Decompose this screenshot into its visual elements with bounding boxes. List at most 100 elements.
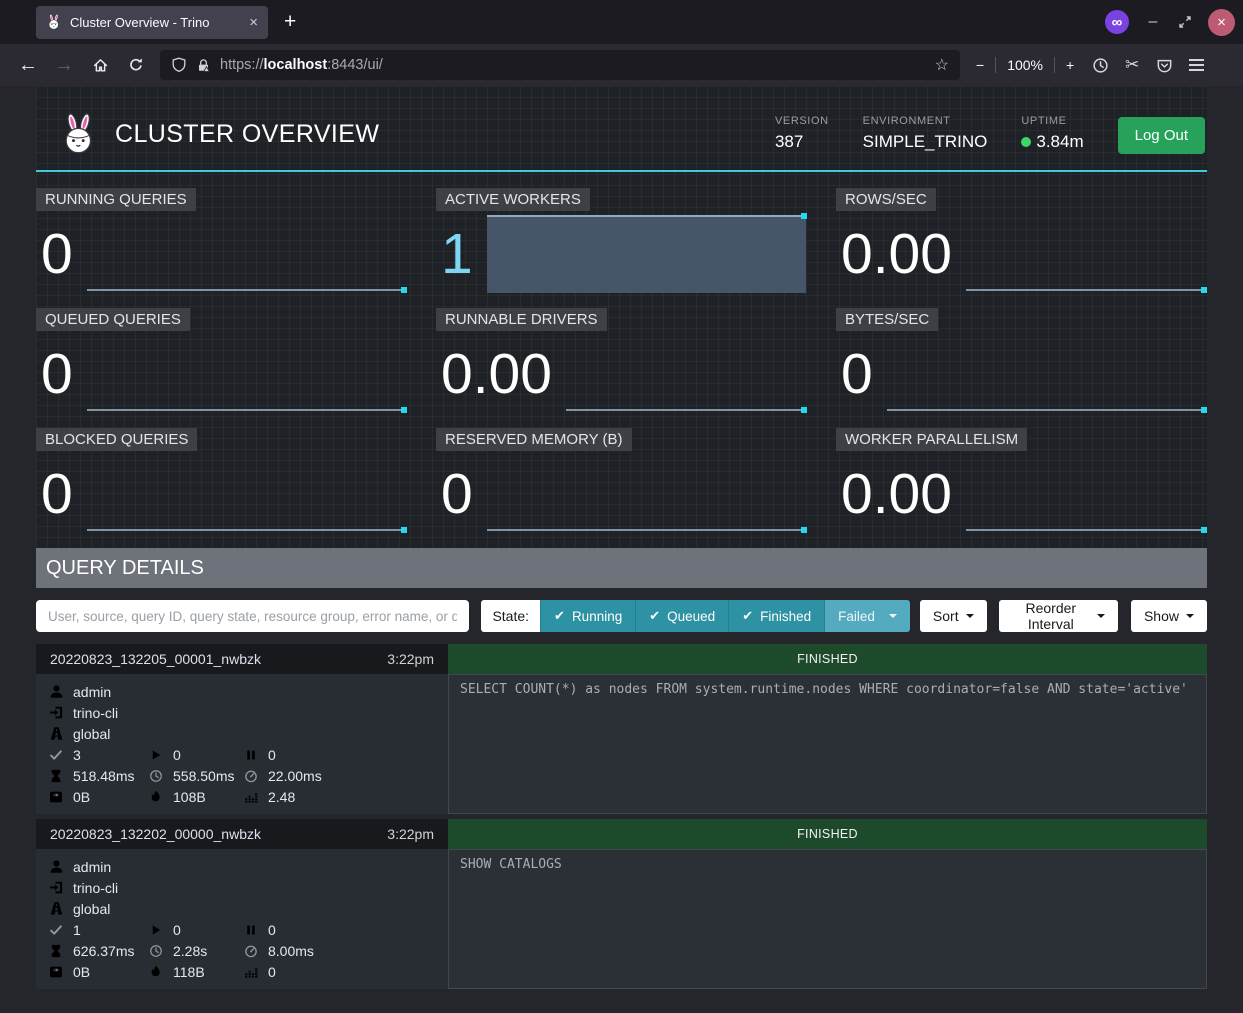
bookmark-star-icon[interactable]: ☆ bbox=[935, 55, 949, 75]
state-filter-finished[interactable]: ✔Finished bbox=[728, 600, 824, 632]
wall-time-hourglass-icon bbox=[48, 769, 64, 783]
sparkline bbox=[966, 455, 1206, 533]
state-filter-group: State: ✔Running ✔Queued ✔Finished Failed bbox=[481, 600, 909, 632]
url-text: https://localhost:8443/ui/ bbox=[220, 57, 926, 73]
tile-value: 0 bbox=[441, 455, 473, 533]
parallelism-chart-icon bbox=[243, 790, 259, 804]
query-id-row: 20220823_132205_00001_nwbzk 3:22pm bbox=[36, 644, 448, 674]
completed-splits-check-icon bbox=[48, 923, 64, 937]
show-dropdown[interactable]: Show bbox=[1131, 600, 1207, 632]
user-icon bbox=[48, 859, 64, 874]
window-close-button[interactable]: × bbox=[1208, 9, 1235, 36]
sparkline bbox=[566, 335, 806, 413]
cpu-time-clock-icon bbox=[148, 769, 164, 783]
tile-queued-queries: QUEUED QUERIES 0 bbox=[36, 308, 407, 418]
stat-tiles: RUNNING QUERIES 0 ACTIVE WORKERS 1 ROWS/… bbox=[36, 188, 1207, 538]
query-time: 3:22pm bbox=[387, 651, 434, 667]
tile-runnable-drivers: RUNNABLE DRIVERS 0.00 bbox=[436, 308, 807, 418]
back-button[interactable]: ← bbox=[12, 49, 44, 81]
state-filter-label: State: bbox=[481, 600, 540, 632]
tile-value: 0.00 bbox=[441, 335, 552, 413]
logout-button[interactable]: Log Out bbox=[1118, 117, 1205, 154]
version-value: 387 bbox=[775, 132, 829, 152]
forward-button[interactable]: → bbox=[48, 49, 80, 81]
home-button[interactable] bbox=[84, 49, 116, 81]
tab-title: Cluster Overview - Trino bbox=[70, 15, 241, 30]
browser-toolbar: ← → https://localhost:8443/ui/ ☆ − 100% … bbox=[0, 44, 1243, 86]
resource-group-road-icon bbox=[48, 901, 64, 916]
container-badge-icon[interactable]: ∞ bbox=[1105, 10, 1129, 34]
queued-splits: 0 bbox=[268, 922, 276, 938]
cpu-time-clock-icon bbox=[148, 944, 164, 958]
query-user: admin bbox=[73, 684, 111, 700]
check-icon: ✔ bbox=[742, 608, 753, 624]
tracking-protection-shield-icon[interactable] bbox=[171, 57, 187, 73]
tile-blocked-queries: BLOCKED QUERIES 0 bbox=[36, 428, 407, 538]
tile-value: 0 bbox=[41, 215, 73, 293]
state-filter-failed-dropdown[interactable]: Failed bbox=[824, 600, 910, 632]
execution-time-gauge-icon bbox=[243, 769, 259, 783]
running-splits: 0 bbox=[173, 922, 181, 938]
tile-value: 0 bbox=[41, 335, 73, 413]
source-login-icon bbox=[48, 705, 64, 720]
sort-dropdown[interactable]: Sort bbox=[920, 600, 987, 632]
query-search-input[interactable] bbox=[36, 600, 469, 632]
screenshot-scissors-icon[interactable]: ✂ bbox=[1116, 49, 1148, 81]
environment-block: ENVIRONMENT SIMPLE_TRINO bbox=[863, 115, 988, 152]
resource-group-road-icon bbox=[48, 726, 64, 741]
window-minimize-button[interactable]: – bbox=[1144, 13, 1162, 31]
menu-hamburger-icon[interactable] bbox=[1180, 49, 1212, 81]
reload-button[interactable] bbox=[120, 49, 152, 81]
window-controls: ∞ – × bbox=[1105, 0, 1235, 44]
sparkline bbox=[966, 215, 1206, 293]
tile-rows-sec: ROWS/SEC 0.00 bbox=[836, 188, 1207, 298]
query-sql-text: SELECT COUNT(*) as nodes FROM system.run… bbox=[448, 674, 1207, 814]
execution-time: 8.00ms bbox=[268, 943, 314, 959]
query-status-badge: FINISHED bbox=[448, 644, 1207, 674]
tile-reserved-memory: RESERVED MEMORY (B) 0 bbox=[436, 428, 807, 538]
history-clock-icon[interactable] bbox=[1084, 49, 1116, 81]
query-status-badge: FINISHED bbox=[448, 819, 1207, 849]
version-label: VERSION bbox=[775, 115, 829, 127]
separator bbox=[1054, 57, 1055, 73]
query-id-link[interactable]: 20220823_132202_00000_nwbzk bbox=[50, 826, 261, 842]
sparkline bbox=[887, 335, 1206, 413]
user-icon bbox=[48, 684, 64, 699]
url-bar[interactable]: https://localhost:8443/ui/ ☆ bbox=[160, 50, 960, 80]
caret-down-icon bbox=[1186, 614, 1194, 618]
state-filter-queued[interactable]: ✔Queued bbox=[635, 600, 728, 632]
query-meta: admin trino-cli global 3 0 0 518.48ms 55… bbox=[36, 674, 448, 814]
pocket-icon[interactable] bbox=[1148, 49, 1180, 81]
zoom-level[interactable]: 100% bbox=[1007, 57, 1043, 73]
lock-warning-icon[interactable] bbox=[196, 58, 211, 73]
current-memory: 0B bbox=[73, 789, 90, 805]
tile-value: 0.00 bbox=[841, 455, 952, 533]
current-memory-scale-icon bbox=[48, 965, 64, 979]
current-memory-scale-icon bbox=[48, 790, 64, 804]
wall-time: 626.37ms bbox=[73, 943, 134, 959]
cumulative-memory: 108B bbox=[173, 789, 206, 805]
zoom-out-button[interactable]: − bbox=[976, 57, 984, 73]
query-card: 20220823_132205_00001_nwbzk 3:22pm FINIS… bbox=[36, 644, 1207, 814]
completed-splits: 3 bbox=[73, 747, 81, 763]
reorder-interval-dropdown[interactable]: Reorder Interval bbox=[999, 600, 1118, 632]
window-maximize-button[interactable] bbox=[1177, 14, 1193, 30]
browser-tab[interactable]: Cluster Overview - Trino × bbox=[36, 6, 268, 39]
query-resource-group: global bbox=[73, 726, 110, 742]
uptime-value: 3.84m bbox=[1036, 132, 1083, 152]
parallelism: 0 bbox=[268, 964, 276, 980]
new-tab-button[interactable]: + bbox=[284, 10, 296, 34]
query-user: admin bbox=[73, 859, 111, 875]
app-header: CLUSTER OVERVIEW VERSION 387 ENVIRONMENT… bbox=[36, 98, 1207, 170]
uptime-label: UPTIME bbox=[1021, 115, 1083, 127]
query-card: 20220823_132202_00000_nwbzk 3:22pm FINIS… bbox=[36, 819, 1207, 989]
zoom-in-button[interactable]: + bbox=[1066, 57, 1074, 73]
check-icon: ✔ bbox=[649, 608, 660, 624]
state-filter-running[interactable]: ✔Running bbox=[540, 600, 635, 632]
running-splits-play-icon bbox=[148, 748, 164, 762]
query-id-link[interactable]: 20220823_132205_00001_nwbzk bbox=[50, 651, 261, 667]
caret-down-icon bbox=[889, 614, 897, 618]
tile-value: 0.00 bbox=[841, 215, 952, 293]
tab-close-icon[interactable]: × bbox=[249, 15, 258, 30]
source-login-icon bbox=[48, 880, 64, 895]
